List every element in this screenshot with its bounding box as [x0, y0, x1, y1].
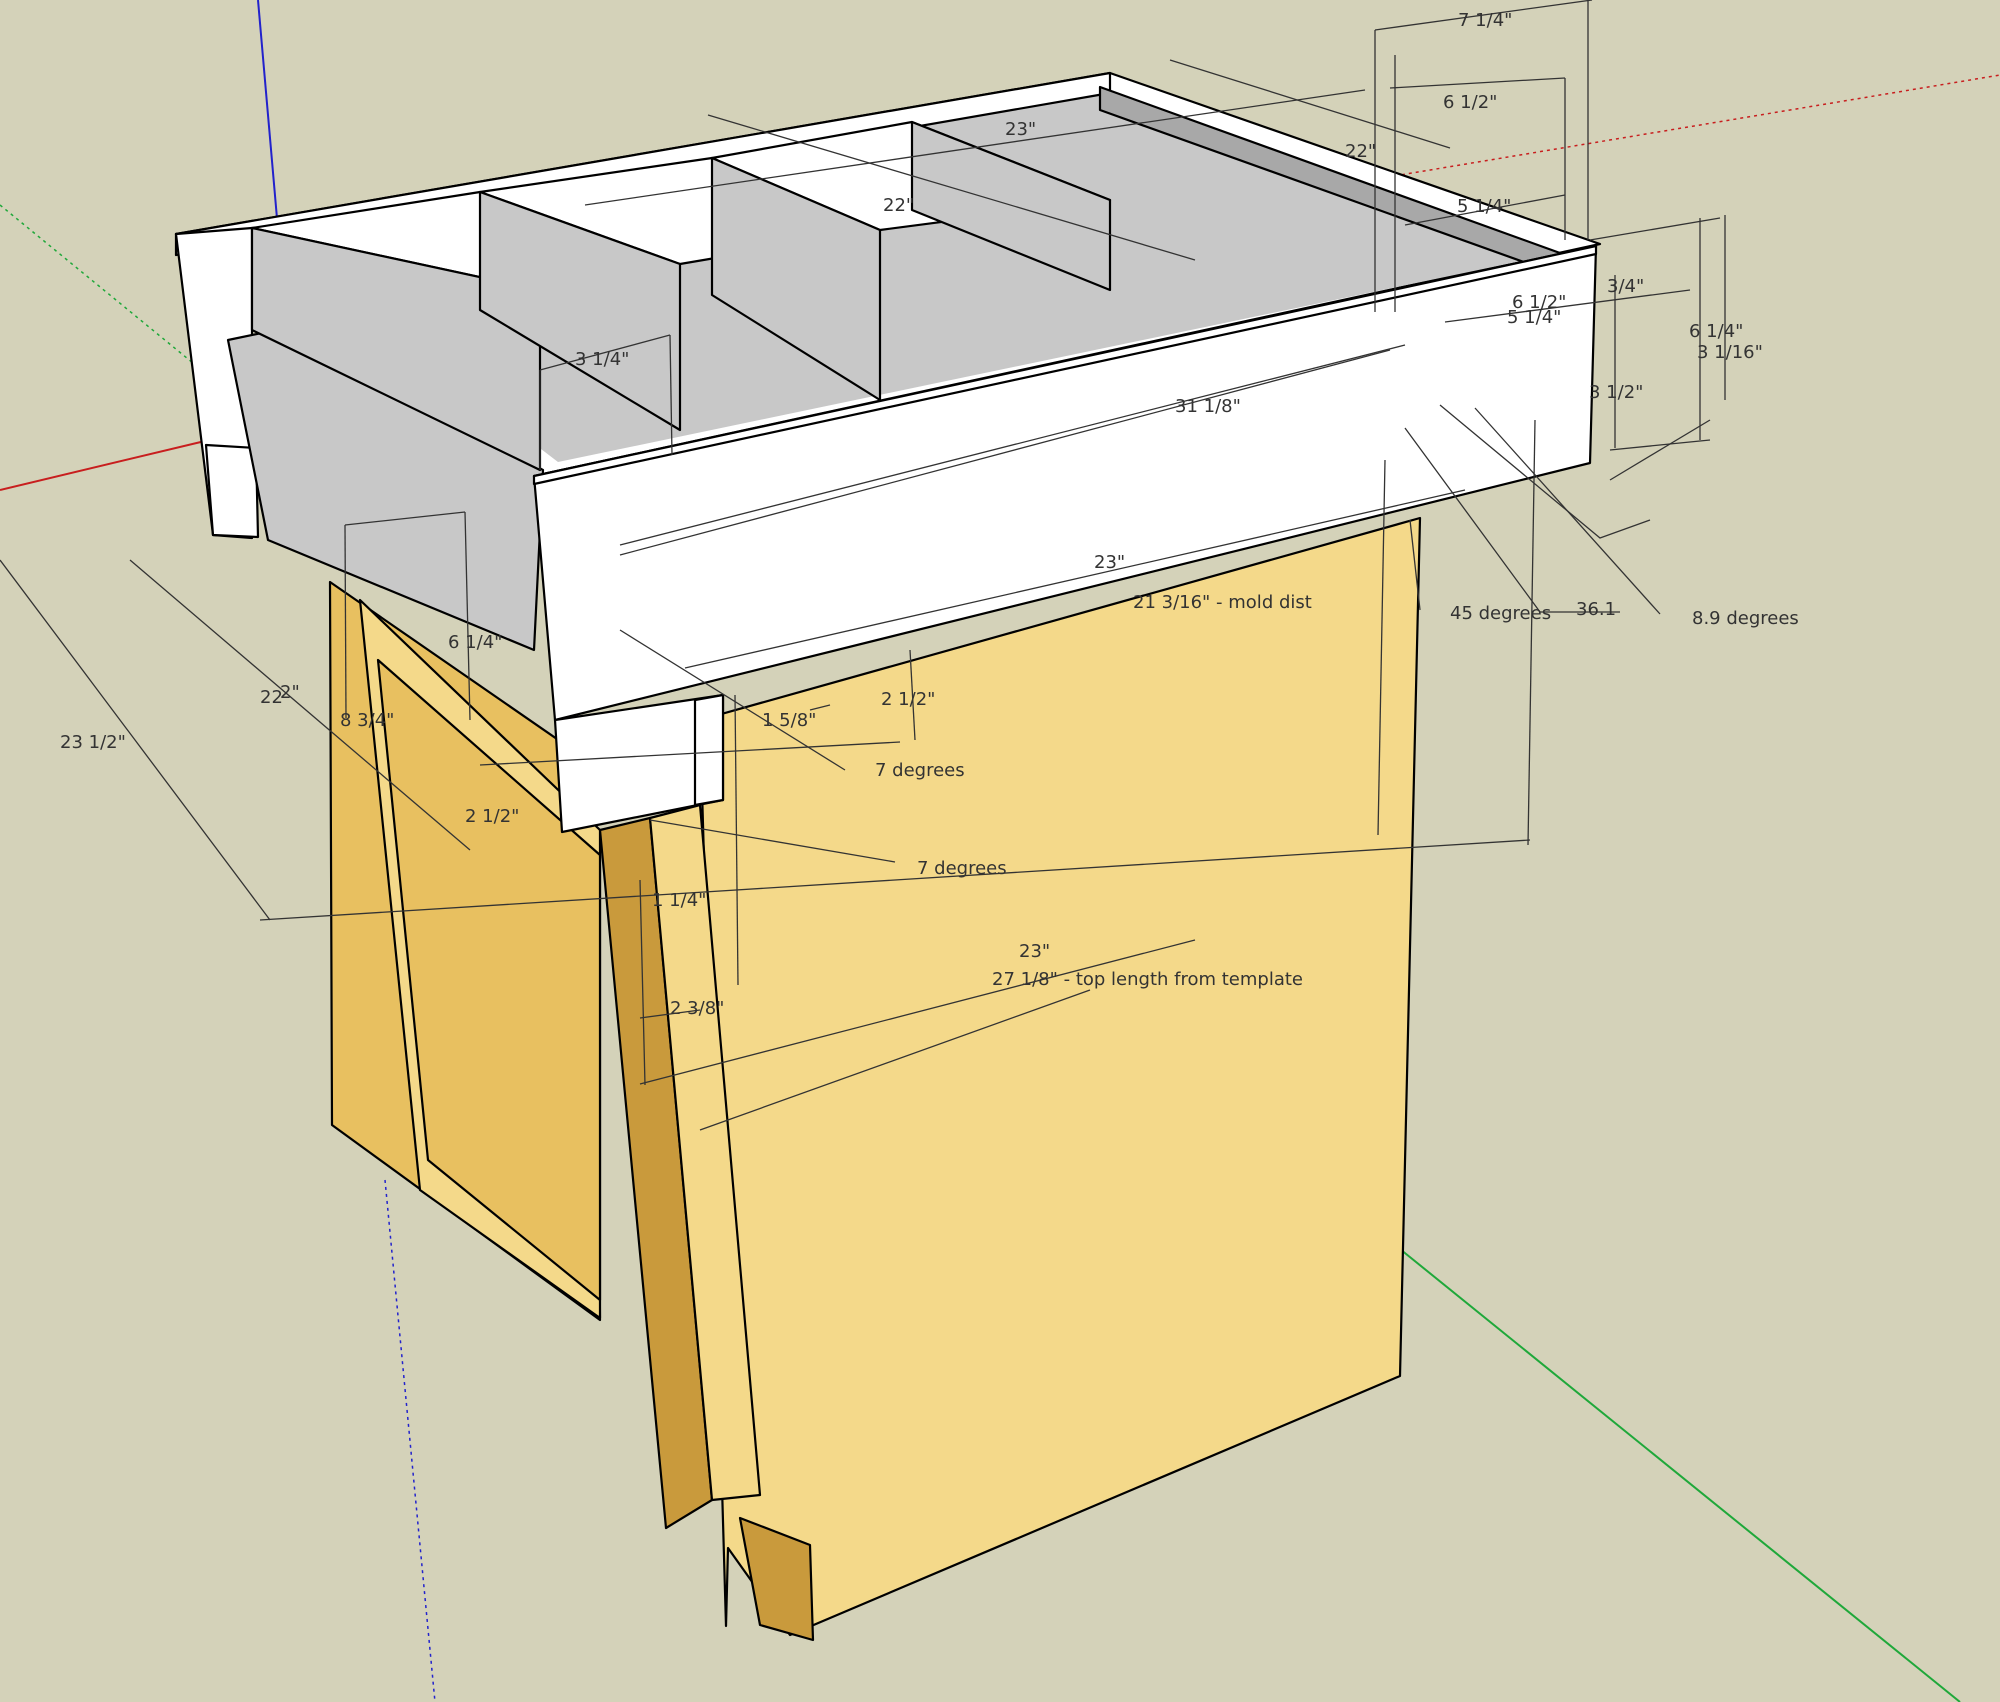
dim-label: 23" — [1019, 941, 1050, 962]
box-left-lower — [204, 443, 260, 539]
dim-label: 1 1/4" — [652, 890, 706, 911]
dim-label: 7 degrees — [917, 858, 1007, 879]
dim-label: 6 1/4" — [1689, 321, 1743, 342]
dim-label: 31 1/8" — [1175, 396, 1241, 417]
dim-label: 2 3/8" — [670, 998, 724, 1019]
dim-label: 23" — [1094, 552, 1125, 573]
dim-label: 7 degrees — [875, 760, 965, 781]
dim-label: 3 1/16" — [1697, 342, 1763, 363]
dim-label: 3 1/4" — [575, 349, 629, 370]
dim-label: 22" — [1345, 141, 1376, 162]
dim-label: 23" — [1005, 119, 1036, 140]
dim-label: 2 1/2" — [465, 806, 519, 827]
dim-label: 21 3/16" - mold dist — [1133, 592, 1312, 613]
dim-label: 2 1/2" — [881, 689, 935, 710]
dim-label: 6 1/2" — [1443, 92, 1497, 113]
modeling-viewport[interactable]: 7 1/4" 6 1/2" 23" 22" 22" 5 1/4" 3/4" 6 … — [0, 0, 2000, 1702]
dim-label: 45 degrees — [1450, 603, 1551, 624]
dim-label: 3/4" — [1607, 276, 1644, 297]
dim-label: 2" — [280, 682, 300, 703]
dim-label: 27 1/8" - top length from template — [992, 969, 1303, 990]
dim-label: 5 1/4" — [1507, 307, 1561, 328]
dim-label: 1 5/8" — [762, 710, 816, 731]
dim-label: 8.9 degrees — [1692, 608, 1799, 629]
dim-label: 7 1/4" — [1458, 10, 1512, 31]
dim-label: 23 1/2" — [60, 732, 126, 753]
dim-label: 22" — [883, 195, 914, 216]
box-bottom-rail-end — [693, 693, 725, 807]
dim-label: 5 1/4" — [1457, 196, 1511, 217]
dim-label: 3 1/2" — [1589, 382, 1643, 403]
dim-label: 8 3/4" — [340, 710, 394, 731]
dim-label: 36.1 — [1576, 599, 1616, 620]
dim-label: 6 1/4" — [448, 632, 502, 653]
